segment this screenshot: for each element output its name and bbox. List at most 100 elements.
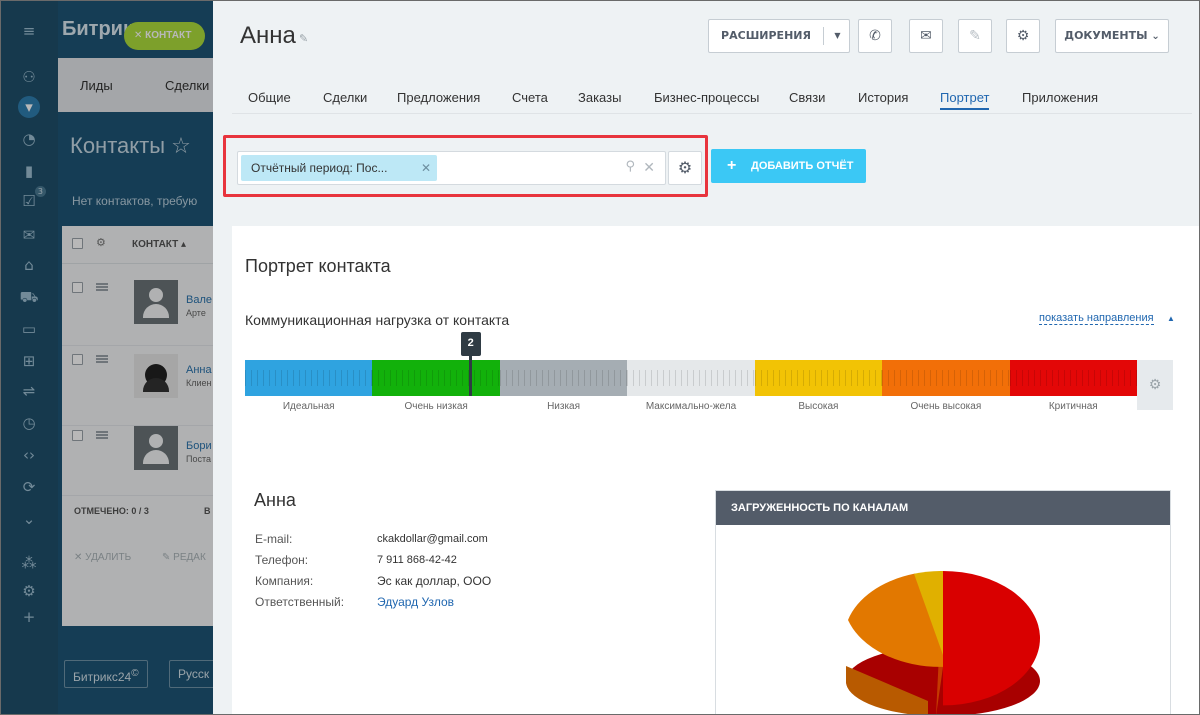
clock-icon[interactable]: ◷ [18,412,40,434]
contact-name[interactable]: Анна [186,364,212,376]
search-icon[interactable]: ⚲ [625,159,635,174]
sync-icon[interactable]: ⟳ [18,476,40,498]
table-row[interactable]: Бори Поста [62,416,228,496]
field-responsible-link[interactable]: Эдуард Узлов [377,595,454,609]
contact-position: Поста [186,454,212,464]
report-area: Портрет контакта Коммуникационная нагруз… [232,226,1200,715]
marked-extra: В [204,506,211,516]
add-report-button[interactable]: + ДОБАВИТЬ ОТЧЁТ [711,149,866,183]
row-menu-icon[interactable] [96,283,108,291]
tab-bar: Общие Сделки Предложения Счета Заказы Би… [232,70,1192,114]
window-icon[interactable]: ▭ [18,318,40,340]
chart-icon[interactable]: ▮ [18,160,40,182]
add-contact-button[interactable]: ✕ КОНТАКТ [124,22,206,50]
report-title: Портрет контакта [245,256,391,276]
channels-pie-chart [846,571,1040,715]
bg-header: Битрик ✕ КОНТАКТ [58,0,228,58]
scale-segment [372,360,501,396]
background-app: Битрик ✕ КОНТАКТ Лиды Сделки Контакты ☆ … [58,0,228,715]
tasks-icon[interactable]: ☑ 3 [18,186,46,212]
row-menu-icon[interactable] [96,355,108,363]
column-contact[interactable]: КОНТАКТ ▴ [132,239,186,250]
tab-deals[interactable]: Сделки [323,90,367,105]
bg-list-footer: ОТМЕЧЕНО: 0 / 3 В [62,490,228,534]
chevron-down-icon: ⌄ [1151,31,1160,42]
scale-segment [245,360,373,396]
code-icon[interactable]: ‹› [18,444,40,466]
load-marker[interactable]: 2 [460,332,481,356]
edit-action[interactable]: ✎ РЕДАК [162,552,206,563]
sliders-icon[interactable]: ⇌ [18,380,40,402]
tab-orders[interactable]: Заказы [578,90,621,105]
tab-relations[interactable]: Связи [789,90,825,105]
contact-position: Клиен [186,378,212,388]
tab-offers[interactable]: Предложения [397,90,480,105]
delete-action[interactable]: ✕ УДАЛИТЬ [74,552,131,563]
mail-icon[interactable]: ✉ [909,19,943,53]
org-icon[interactable]: ⁂ [18,552,40,574]
gear-icon[interactable]: ⚙ [18,580,40,602]
scale-segment-label: Идеальная [282,401,335,412]
language-button[interactable]: Русск [169,660,219,688]
close-icon[interactable]: ✕ [421,155,431,181]
scale-segment-label: Критичная [1048,401,1098,412]
scale-segment [882,360,1011,396]
down-icon[interactable]: ⌄ [18,508,40,530]
tab-invoices[interactable]: Счета [512,90,548,105]
channels-widget: ЗАГРУЖЕННОСТЬ ПО КАНАЛАМ [715,490,1171,715]
field-phone-value: 7 911 868-42-42 [377,554,457,566]
contact-slider-panel: Анна ✎ РАСШИРЕНИЯ ▼ ✆ ✉ ✎ ⚙ ДОКУМЕНТЫ ⌄ … [213,0,1200,715]
filter-icon[interactable]: ▾ [18,96,40,118]
load-title: Коммуникационная нагрузка от контакта [245,312,510,328]
scale-segment [754,360,883,396]
cart-icon[interactable]: ⛟ [18,286,40,308]
apps-icon[interactable]: ⊞ [18,350,40,372]
tab-bizproc[interactable]: Бизнес-процессы [654,90,759,105]
tab-general[interactable]: Общие [248,90,291,105]
plus-icon[interactable]: + [18,606,40,628]
contact-name[interactable]: Вале [186,294,212,306]
filter-settings-gear-icon[interactable]: ⚙ [668,151,702,185]
gear-icon[interactable]: ⚙ [1006,19,1040,53]
contact-name[interactable]: Бори [186,440,212,452]
bg-tab-leads[interactable]: Лиды [80,78,113,93]
footer-logo-button[interactable]: Битрикс24© [64,660,148,688]
caret-up-icon[interactable]: ▲ [1167,314,1175,323]
scale-settings-gear-icon[interactable]: ⚙ [1137,360,1173,410]
store-icon[interactable]: ⌂ [18,254,40,276]
tab-history[interactable]: История [858,90,908,105]
filter-chip[interactable]: Отчётный период: Пос... ✕ [241,155,437,181]
scale-segment-label: Очень высокая [910,401,982,412]
table-row[interactable]: Вале Арте [62,266,228,346]
clear-icon[interactable]: ✕ [643,159,655,176]
extensions-button[interactable]: РАСШИРЕНИЯ ▼ [708,19,850,53]
scale-segment [499,360,628,396]
show-directions-link[interactable]: показать направления [1039,312,1154,325]
filter-search-input[interactable]: Отчётный период: Пос... ✕ ⚲ ✕ [237,151,666,185]
row-checkbox[interactable] [72,282,83,293]
scale-segment-label: Высокая [798,401,839,412]
chevron-down-icon[interactable]: ▼ [824,20,851,52]
channels-title: ЗАГРУЖЕННОСТЬ ПО КАНАЛАМ [716,491,1170,525]
phone-icon[interactable]: ✆ [858,19,892,53]
star-icon[interactable]: ☆ [171,133,191,158]
select-all-checkbox[interactable] [72,238,83,249]
field-responsible-label: Ответственный: [255,595,345,609]
menu-icon[interactable]: ≡ [18,20,40,42]
load-scale [245,360,1138,396]
table-row[interactable]: Анна Клиен [62,346,228,426]
field-phone-label: Телефон: [255,553,309,567]
bg-tab-deals[interactable]: Сделки [165,78,209,93]
row-checkbox[interactable] [72,430,83,441]
chat-icon[interactable]: ✎ [958,19,992,53]
mail-icon[interactable]: ✉ [18,224,40,246]
tab-apps[interactable]: Приложения [1022,90,1098,105]
pencil-icon[interactable]: ✎ [299,32,308,45]
settings-icon[interactable]: ⚙ [96,236,106,249]
row-menu-icon[interactable] [96,431,108,439]
crm-icon[interactable]: ◔ [18,128,40,150]
documents-button[interactable]: ДОКУМЕНТЫ ⌄ [1055,19,1169,53]
row-checkbox[interactable] [72,354,83,365]
android-icon[interactable]: ⚇ [18,66,40,88]
tab-portrait[interactable]: Портрет [940,90,990,110]
